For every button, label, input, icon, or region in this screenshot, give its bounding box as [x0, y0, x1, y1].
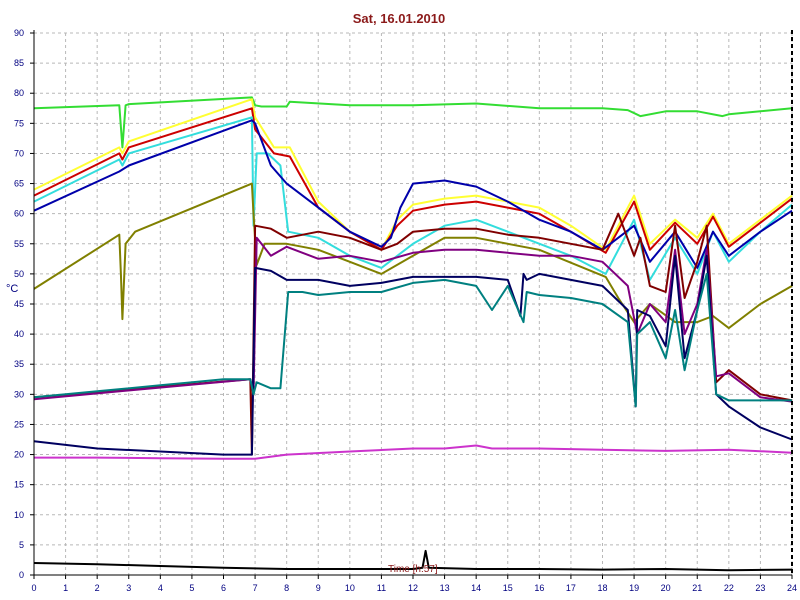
chart-canvas: 051015202530354045505560657075808590 012… [0, 0, 800, 600]
x-tick-label: 14 [471, 583, 481, 593]
x-tick-label: 12 [408, 583, 418, 593]
y-tick-label: 30 [14, 389, 24, 399]
y-tick-label: 55 [14, 239, 24, 249]
x-tick-label: 21 [692, 583, 702, 593]
x-tick-label: 13 [440, 583, 450, 593]
x-tick-label: 1 [63, 583, 68, 593]
y-tick-label: 5 [19, 540, 24, 550]
x-tick-label: 7 [253, 583, 258, 593]
x-tick-label: 18 [597, 583, 607, 593]
x-tick-label: 19 [629, 583, 639, 593]
x-tick-label: 17 [566, 583, 576, 593]
y-tick-label: 75 [14, 118, 24, 128]
x-tick-label: 6 [221, 583, 226, 593]
x-tick-label: 23 [755, 583, 765, 593]
y-tick-label: 0 [19, 570, 24, 580]
x-tick-label: 0 [31, 583, 36, 593]
y-tick-label: 50 [14, 269, 24, 279]
chart: 0 5 10 15 20 25 30 35 40 45 50 55 60 65 70 75 80 85 90 012… [0, 0, 800, 600]
x-tick-label: 15 [503, 583, 513, 593]
x-tick-label: 9 [316, 583, 321, 593]
y-tick-label: 80 [14, 88, 24, 98]
x-tick-label: 8 [284, 583, 289, 593]
y-tick-label: 90 [14, 28, 24, 38]
x-tick-label: 16 [534, 583, 544, 593]
y-tick-label: 35 [14, 359, 24, 369]
x-tick-label: 22 [724, 583, 734, 593]
y-axis-label: °C [6, 283, 18, 295]
chart-title: Sat, 16.01.2010 [353, 11, 446, 26]
y-tick-label: 20 [14, 450, 24, 460]
x-tick-label: 24 [787, 583, 797, 593]
x-tick-label: 4 [158, 583, 163, 593]
y-tick-label: 15 [14, 480, 24, 490]
y-tick-label: 85 [14, 58, 24, 68]
y-tick-label: 70 [14, 148, 24, 158]
y-tick-label: 45 [14, 299, 24, 309]
x-tick-label: 5 [189, 583, 194, 593]
y-tick-label: 10 [14, 510, 24, 520]
x-tick-label: 3 [126, 583, 131, 593]
y-tick-label: 40 [14, 329, 24, 339]
x-tick-label: 10 [345, 583, 355, 593]
x-tick-label: 11 [377, 583, 386, 593]
x-axis-label: Time [h:57] [388, 564, 438, 575]
x-tick-label: 2 [95, 583, 100, 593]
y-tick-label: 25 [14, 419, 24, 429]
y-tick-label: 60 [14, 209, 24, 219]
y-tick-label: 65 [14, 179, 24, 189]
x-tick-label: 20 [661, 583, 671, 593]
